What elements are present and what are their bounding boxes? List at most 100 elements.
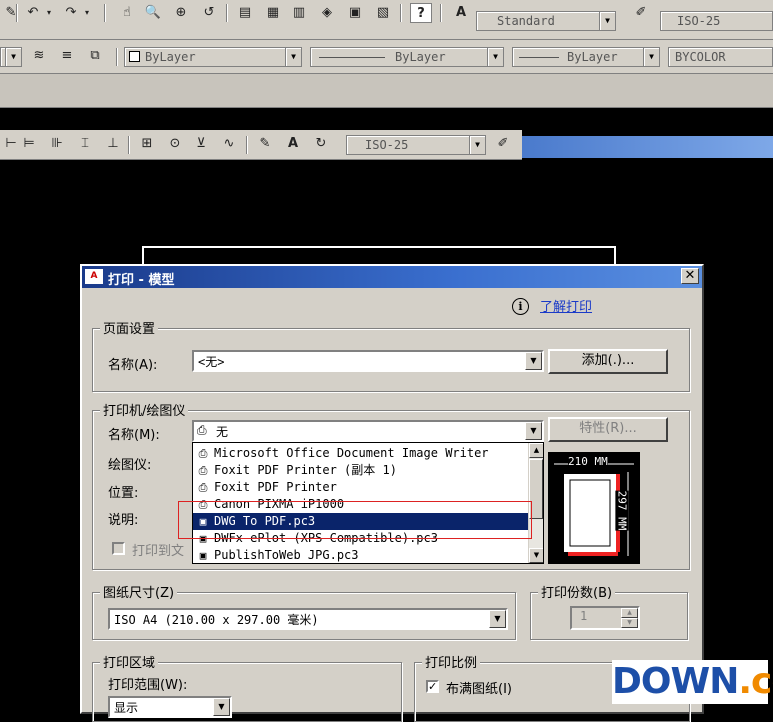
printer-icon: ⎙ bbox=[198, 464, 208, 477]
plot-range-value: 显示 bbox=[114, 701, 139, 715]
printer-name-label: 名称(M): bbox=[108, 428, 160, 443]
dim-space-icon[interactable]: ⌶ bbox=[74, 134, 96, 154]
fit-to-paper-checkbox[interactable]: ✓ bbox=[426, 680, 439, 693]
preview-width-label: 210 MM bbox=[568, 455, 608, 468]
undo-icon[interactable]: ↶ bbox=[22, 3, 44, 23]
plotter-config-icon: ▣ bbox=[199, 532, 207, 545]
printer-option-selected[interactable]: ▣ DWG To PDF.pc3 bbox=[193, 513, 531, 530]
toolbar-dock-area bbox=[0, 74, 773, 108]
scroll-thumb[interactable] bbox=[529, 459, 543, 519]
help-icon[interactable]: ? bbox=[410, 3, 432, 23]
center-mark-icon[interactable]: ⊙ bbox=[164, 134, 186, 154]
chevron-down-icon[interactable]: ▼ bbox=[213, 698, 230, 716]
pan-icon[interactable]: ☝ bbox=[116, 3, 138, 23]
text-style-icon[interactable]: A bbox=[450, 3, 472, 23]
plot-range-select[interactable]: 显示 ▼ bbox=[108, 696, 232, 718]
redo-dropdown-icon[interactable]: ▾ bbox=[80, 3, 94, 23]
jogged-linear-icon[interactable]: ∿ bbox=[218, 134, 240, 154]
chevron-down-icon[interactable]: ▼ bbox=[5, 48, 21, 66]
chevron-down-icon[interactable]: ▼ bbox=[525, 422, 542, 440]
design-center-icon[interactable]: ▦ bbox=[262, 3, 284, 23]
plot-dialog: A 打印 - 模型 ✕ i 了解打印 页面设置 名称(A): <无> ▼ 添加(… bbox=[80, 264, 704, 722]
dim-inspect-icon[interactable]: ⊻ bbox=[190, 134, 212, 154]
color-swatch-icon bbox=[129, 51, 140, 62]
copies-input[interactable]: 1 ▲ ▼ bbox=[570, 606, 640, 630]
sheet-set-icon[interactable]: ◈ bbox=[316, 3, 338, 23]
copies-spinner-down-icon[interactable]: ▼ bbox=[621, 618, 638, 628]
layer-dropdown-stub[interactable]: ▼ bbox=[0, 47, 22, 67]
dim-style-combo[interactable]: ISO-25 bbox=[660, 11, 773, 31]
dim-style-icon[interactable]: ✐ bbox=[630, 3, 652, 23]
dim-break-icon[interactable]: ⊥ bbox=[102, 134, 124, 154]
tolerance-icon[interactable]: ⊞ bbox=[136, 134, 158, 154]
layer-manager-icon[interactable]: ≋ bbox=[28, 46, 50, 66]
printer-name-value: 无 bbox=[216, 425, 229, 439]
paper-size-title: 图纸尺寸(Z) bbox=[100, 582, 178, 601]
properties-toolbar: ▼ ≋ ≡ ⧉ ByLayer ▼ ByLayer ▼ ByLayer ▼ BY… bbox=[0, 40, 773, 74]
printer-dropdown-list[interactable]: ⎙ Microsoft Office Document Image Writer … bbox=[192, 442, 544, 564]
close-icon[interactable]: ✕ bbox=[681, 268, 699, 284]
paper-size-select[interactable]: ISO A4 (210.00 x 297.00 毫米) ▼ bbox=[108, 608, 508, 630]
dim-edit-icon[interactable]: ✎ bbox=[254, 134, 276, 154]
match-properties-icon[interactable]: ✎ bbox=[0, 3, 22, 23]
dim-style-combo-2[interactable]: ISO-25 ▼ bbox=[346, 135, 486, 155]
tool-palettes-icon[interactable]: ▥ bbox=[288, 3, 310, 23]
printer-option[interactable]: ▣ PublishToWeb JPG.pc3 bbox=[193, 547, 531, 563]
chevron-down-icon[interactable]: ▼ bbox=[489, 610, 506, 628]
copies-spinner-up-icon[interactable]: ▲ bbox=[621, 608, 638, 618]
chevron-down-icon[interactable]: ▼ bbox=[285, 48, 301, 66]
chevron-down-icon[interactable]: ▼ bbox=[487, 48, 503, 66]
scroll-down-icon[interactable]: ▼ bbox=[529, 548, 543, 563]
print-to-file-checkbox[interactable] bbox=[112, 542, 125, 555]
printer-option[interactable]: ▣ DWFx ePlot (XPS Compatible).pc3 bbox=[193, 530, 531, 547]
chevron-down-icon[interactable]: ▼ bbox=[525, 352, 542, 370]
layer-previous-icon[interactable]: ⧉ bbox=[84, 46, 106, 66]
calculator-icon[interactable]: ▧ bbox=[372, 3, 394, 23]
chevron-down-icon[interactable]: ▼ bbox=[469, 136, 485, 154]
add-page-setup-button[interactable]: 添加(.)... bbox=[548, 349, 668, 374]
plotter-config-icon: ▣ bbox=[199, 515, 207, 528]
zoom-window-icon[interactable]: ⊕ bbox=[170, 3, 192, 23]
lineweight-combo[interactable]: ByLayer ▼ bbox=[512, 47, 660, 67]
chevron-down-icon[interactable]: ▼ bbox=[599, 12, 615, 30]
plot-style-combo[interactable]: BYCOLOR bbox=[668, 47, 773, 67]
page-setup-title: 页面设置 bbox=[100, 318, 159, 337]
preview-height-label: 297 MM bbox=[615, 490, 629, 531]
plot-style-value: BYCOLOR bbox=[675, 50, 726, 64]
dialog-title: 打印 - 模型 bbox=[108, 273, 175, 288]
printer-properties-button[interactable]: 特性(R)... bbox=[548, 417, 668, 442]
dialog-titlebar[interactable]: A 打印 - 模型 ✕ bbox=[82, 266, 702, 288]
dropdown-scrollbar[interactable]: ▲ ▼ bbox=[528, 443, 543, 563]
dim-text-edit-icon[interactable]: A bbox=[282, 134, 304, 154]
color-combo[interactable]: ByLayer ▼ bbox=[124, 47, 302, 67]
plotter-label: 绘图仪: bbox=[108, 458, 152, 473]
text-style-combo[interactable]: Standard ▼ bbox=[476, 11, 616, 31]
printer-name-select[interactable]: ⎙ 无 ▼ bbox=[192, 420, 544, 442]
dim-baseline-icon[interactable]: ⊨ bbox=[18, 134, 40, 154]
printer-option[interactable]: ⎙ Foxit PDF Printer (副本 1) bbox=[193, 462, 531, 479]
title-strip bbox=[522, 136, 773, 158]
linetype-sample-icon bbox=[319, 57, 385, 58]
printer-option[interactable]: ⎙ Microsoft Office Document Image Writer bbox=[193, 445, 531, 462]
page-setup-name-select[interactable]: <无> ▼ bbox=[192, 350, 544, 372]
dim-style-manager-icon[interactable]: ✐ bbox=[492, 134, 514, 154]
learn-about-plotting-link[interactable]: 了解打印 bbox=[540, 296, 592, 315]
properties-icon[interactable]: ▤ bbox=[234, 3, 256, 23]
dim-update-icon[interactable]: ↻ bbox=[310, 134, 332, 154]
scroll-up-icon[interactable]: ▲ bbox=[529, 443, 543, 458]
dim-continue-icon[interactable]: ⊪ bbox=[46, 134, 68, 154]
layer-state-icon[interactable]: ≡ bbox=[56, 46, 78, 66]
printer-option[interactable]: ⎙ Foxit PDF Printer bbox=[193, 479, 531, 496]
plot-area-title: 打印区域 bbox=[100, 652, 159, 671]
zoom-realtime-icon[interactable]: 🔍 bbox=[142, 3, 164, 23]
undo-dropdown-icon[interactable]: ▾ bbox=[42, 3, 56, 23]
toolbar-separator bbox=[400, 4, 402, 22]
markup-icon[interactable]: ▣ bbox=[344, 3, 366, 23]
linetype-combo[interactable]: ByLayer ▼ bbox=[310, 47, 504, 67]
redo-icon[interactable]: ↷ bbox=[60, 3, 82, 23]
toolbar-separator bbox=[104, 4, 106, 22]
zoom-previous-icon[interactable]: ↺ bbox=[198, 3, 220, 23]
chevron-down-icon[interactable]: ▼ bbox=[643, 48, 659, 66]
printer-option[interactable]: ⎙ Canon PIXMA iP1000 bbox=[193, 496, 531, 513]
info-icon[interactable]: i bbox=[512, 298, 529, 315]
